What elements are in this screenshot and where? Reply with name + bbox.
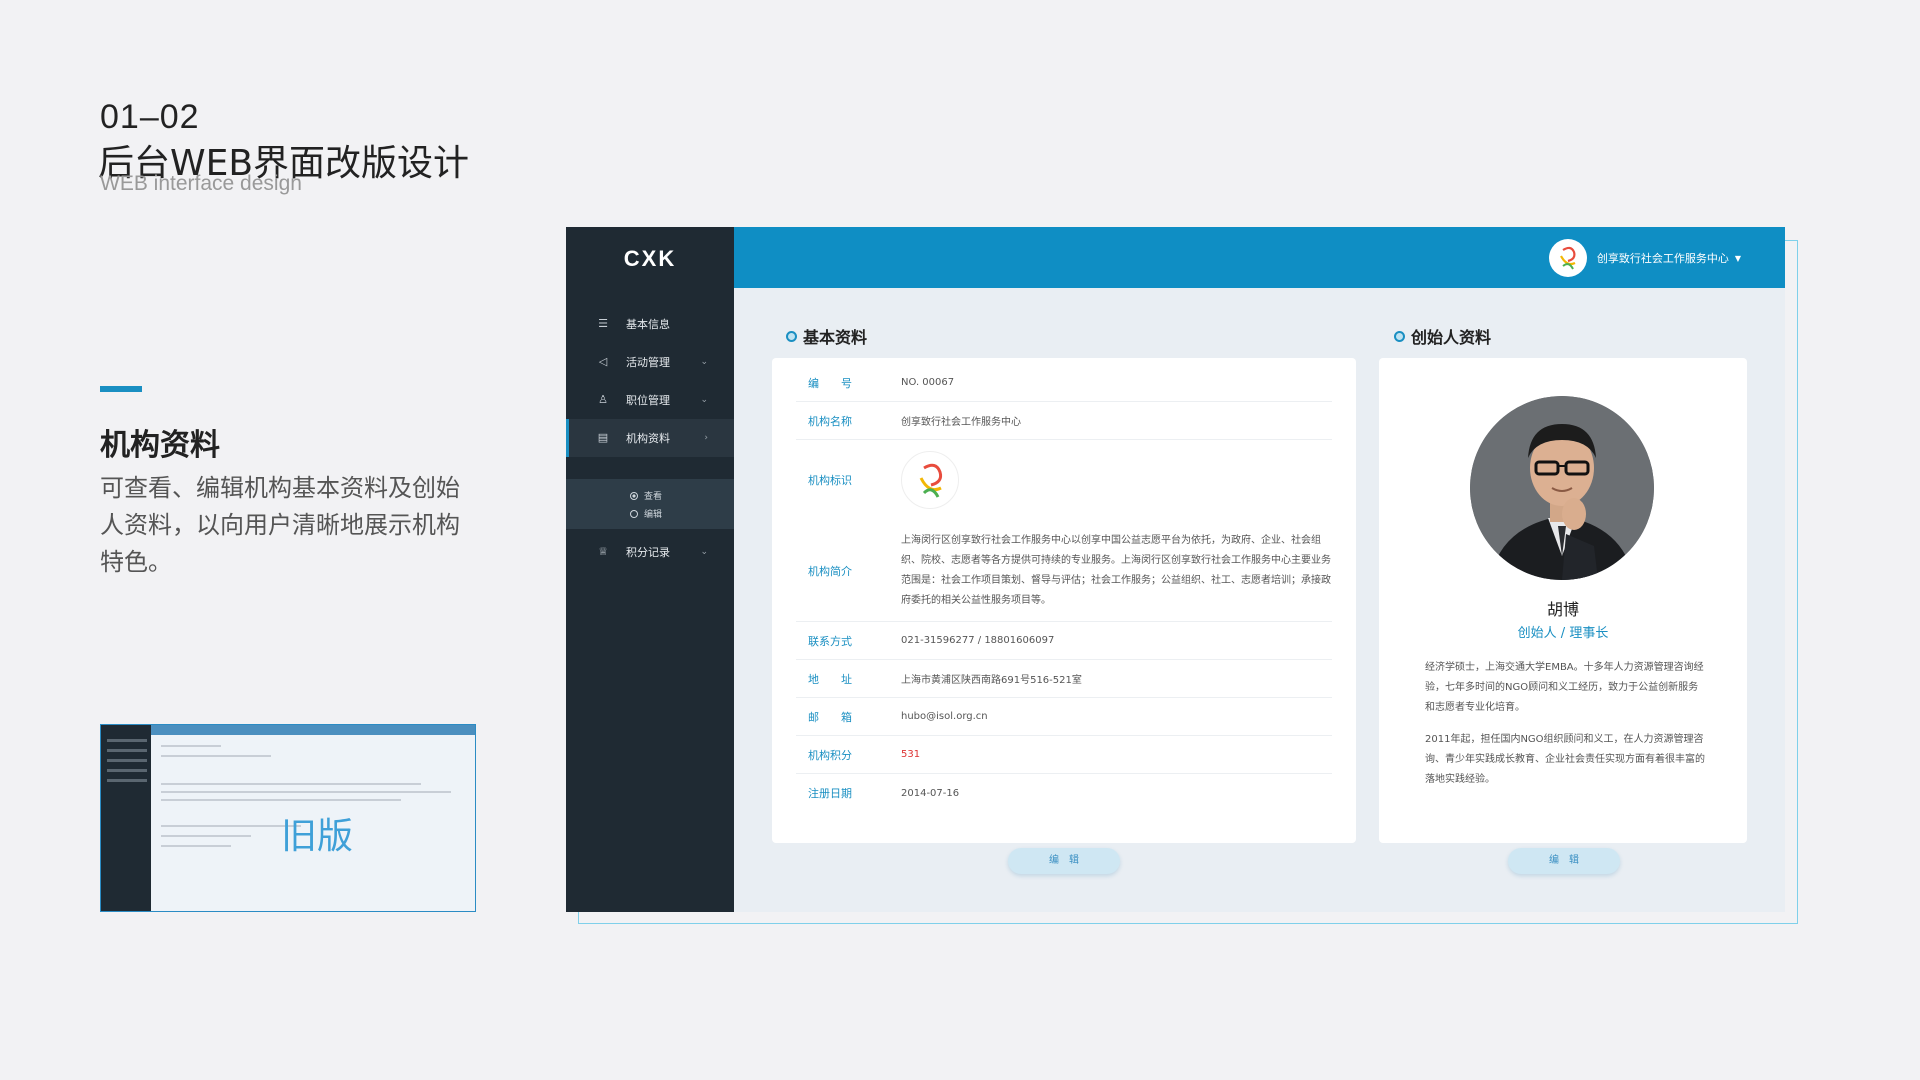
feature-title: 机构资料 bbox=[100, 428, 220, 463]
people-icon: ♙ bbox=[598, 393, 608, 406]
heading-text: 基本资料 bbox=[803, 328, 868, 347]
row-value: 上海闵行区创享致行社会工作服务中心以创享中国公益志愿平台为依托，为政府、企业、社… bbox=[901, 534, 1331, 606]
info-row-logo: 机构标识 bbox=[796, 440, 1332, 520]
old-content-line bbox=[161, 825, 301, 827]
row-value: 2014-07-16 bbox=[901, 787, 960, 799]
chevron-down-icon: ⌄ bbox=[700, 395, 708, 405]
info-row-intro: 机构简介 上海闵行区创享致行社会工作服务中心以创享中国公益志愿平台为依托，为政府… bbox=[796, 520, 1332, 622]
submenu-item-edit[interactable]: 编辑 bbox=[630, 507, 662, 520]
old-menu-line bbox=[107, 779, 147, 782]
row-value: 创享致行社会工作服务中心 bbox=[901, 417, 1021, 428]
list-icon: ☰ bbox=[598, 317, 608, 330]
sidebar-item-label: 积分记录 bbox=[626, 546, 670, 559]
row-label: 地 址 bbox=[808, 672, 852, 686]
user-org-name: 创享致行社会工作服务中心 bbox=[1596, 252, 1729, 265]
section-subtitle: WEB interface design bbox=[100, 172, 302, 195]
info-row-name: 机构名称 创享致行社会工作服务中心 bbox=[796, 402, 1332, 440]
sidebar-item-basic-info[interactable]: ☰ 基本信息 bbox=[566, 305, 734, 343]
info-row-address: 地 址 上海市黄浦区陕西南路691号516-521室 bbox=[796, 660, 1332, 698]
row-value: hubo@isol.org.cn bbox=[901, 711, 988, 722]
info-row-email: 邮 箱 hubo@isol.org.cn bbox=[796, 698, 1332, 736]
founder-role: 创始人 / 理事长 bbox=[1517, 626, 1609, 641]
org-avatar bbox=[1548, 239, 1587, 277]
sidebar-submenu: 查看 编辑 bbox=[566, 479, 734, 529]
user-menu[interactable]: 创享致行社会工作服务中心 ▼ bbox=[1548, 239, 1741, 277]
old-version-thumbnail: 旧版 bbox=[100, 724, 476, 912]
row-label: 机构积分 bbox=[808, 748, 852, 762]
old-content-line bbox=[161, 835, 251, 837]
bullet-icon bbox=[786, 330, 797, 342]
sidebar-item-label: 活动管理 bbox=[626, 356, 670, 369]
old-menu-line bbox=[107, 739, 147, 742]
row-value: 上海市黄浦区陕西南路691号516-521室 bbox=[901, 675, 1082, 686]
old-content-line bbox=[161, 783, 421, 785]
sidebar-item-label: 基本信息 bbox=[626, 318, 670, 331]
row-value: 531 bbox=[901, 749, 921, 760]
sidebar-item-positions[interactable]: ♙ 职位管理 ⌄ bbox=[566, 381, 734, 419]
submenu-item-view[interactable]: 查看 bbox=[630, 489, 662, 502]
chevron-down-icon: ⌄ bbox=[700, 547, 708, 557]
sidebar-item-org-profile[interactable]: ▤ 机构资料 › bbox=[566, 419, 734, 457]
radio-selected-icon bbox=[630, 491, 638, 500]
radio-icon bbox=[630, 509, 638, 518]
chevron-right-icon: › bbox=[704, 433, 708, 443]
edit-founder-button[interactable]: 编 辑 bbox=[1508, 848, 1620, 874]
row-label: 机构标识 bbox=[808, 474, 852, 487]
heading-text: 创始人资料 bbox=[1411, 328, 1492, 347]
old-version-label: 旧版 bbox=[281, 816, 354, 857]
founder-heading: 创始人资料 bbox=[1394, 324, 1491, 348]
founder-bio-paragraph-2: 2011年起，担任国内NGO组织顾问和义工，在人力资源管理咨询、青少年实践成长教… bbox=[1425, 734, 1705, 785]
chevron-down-icon: ▼ bbox=[1734, 253, 1741, 263]
row-label: 编 号 bbox=[808, 376, 852, 390]
sidebar: CXK ☰ 基本信息 ◁ 活动管理 ⌄ ♙ 职位管理 ⌄ ▤ 机构资料 › 查看 bbox=[566, 227, 734, 912]
submenu-label: 编辑 bbox=[644, 510, 663, 520]
old-content-line bbox=[161, 845, 231, 847]
org-logo bbox=[901, 451, 959, 509]
info-row-contact: 联系方式 021-31596277 / 18801606097 bbox=[796, 622, 1332, 660]
founder-bio-paragraph-1: 经济学硕士，上海交通大学EMBA。十多年人力资源管理咨询经验，七年多时间的NGO… bbox=[1425, 662, 1704, 713]
submenu-label: 查看 bbox=[644, 492, 663, 502]
basic-info-card: 编 号 NO. 00067 机构名称 创享致行社会工作服务中心 机构标识 机构简… bbox=[772, 358, 1356, 843]
feature-description: 可查看、编辑机构基本资料及创始人资料，以向用户清晰地展示机构特色。 bbox=[100, 474, 460, 576]
accent-bar bbox=[100, 386, 142, 392]
old-menu-line bbox=[107, 749, 147, 752]
founder-name: 胡博 bbox=[1546, 600, 1579, 619]
chevron-down-icon: ⌄ bbox=[700, 357, 708, 367]
row-value: 021-31596277 / 18801606097 bbox=[901, 635, 1055, 646]
info-row-points: 机构积分 531 bbox=[796, 736, 1332, 774]
row-label: 注册日期 bbox=[808, 787, 852, 800]
row-label: 机构名称 bbox=[808, 414, 852, 428]
old-content-line bbox=[161, 799, 401, 801]
founder-photo bbox=[1470, 396, 1654, 580]
info-row-number: 编 号 NO. 00067 bbox=[796, 364, 1332, 402]
app-logo[interactable]: CXK bbox=[566, 227, 734, 289]
row-label: 邮 箱 bbox=[808, 710, 852, 724]
old-content-line bbox=[161, 745, 221, 747]
profile-card-icon: ▤ bbox=[597, 431, 609, 444]
basic-info-heading: 基本资料 bbox=[786, 324, 867, 348]
old-content-line bbox=[161, 791, 451, 793]
megaphone-icon: ◁ bbox=[598, 355, 608, 368]
old-header bbox=[151, 725, 475, 735]
founder-card: 胡博 创始人 / 理事长 经济学硕士，上海交通大学EMBA。十多年人力资源管理咨… bbox=[1379, 358, 1747, 843]
trophy-icon: ♕ bbox=[598, 545, 608, 558]
old-content-line bbox=[161, 755, 271, 757]
info-row-reg-date: 注册日期 2014-07-16 bbox=[796, 774, 1332, 812]
old-menu-line bbox=[107, 769, 147, 772]
top-bar: 创享致行社会工作服务中心 ▼ bbox=[734, 227, 1785, 288]
sidebar-item-points[interactable]: ♕ 积分记录 ⌄ bbox=[566, 533, 734, 571]
edit-basic-info-button[interactable]: 编 辑 bbox=[1008, 848, 1120, 874]
row-value bbox=[901, 451, 1332, 509]
row-label: 联系方式 bbox=[808, 634, 852, 648]
bullet-icon bbox=[1394, 330, 1405, 342]
ui-mockup: CXK ☰ 基本信息 ◁ 活动管理 ⌄ ♙ 职位管理 ⌄ ▤ 机构资料 › 查看 bbox=[566, 227, 1785, 912]
old-menu-line bbox=[107, 759, 147, 762]
row-label: 机构简介 bbox=[808, 564, 852, 578]
row-value: NO. 00067 bbox=[901, 377, 955, 388]
old-sidebar bbox=[101, 725, 151, 911]
sidebar-item-label: 机构资料 bbox=[626, 432, 670, 445]
sidebar-item-label: 职位管理 bbox=[626, 394, 670, 407]
sidebar-item-activity[interactable]: ◁ 活动管理 ⌄ bbox=[566, 343, 734, 381]
section-number: 01–02 bbox=[100, 98, 200, 136]
